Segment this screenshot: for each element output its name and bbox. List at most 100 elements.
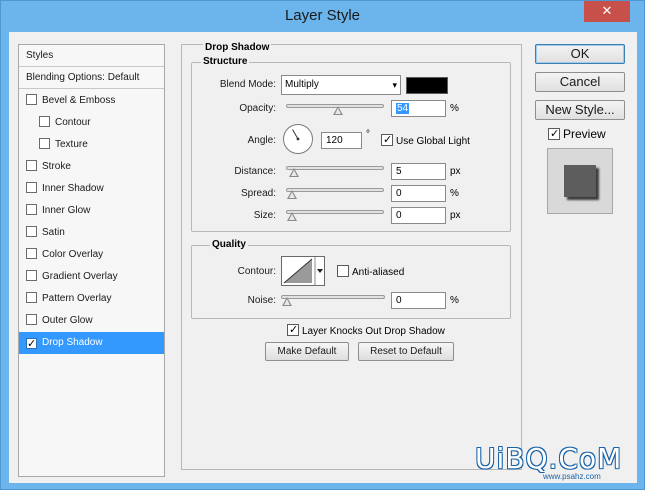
sidebar-item-label: Outer Glow: [42, 315, 93, 326]
sidebar-item-gradient-overlay[interactable]: Gradient Overlay: [19, 266, 164, 288]
knocks-out-toggle[interactable]: Layer Knocks Out Drop Shadow: [287, 324, 445, 338]
reset-default-button[interactable]: Reset to Default: [358, 342, 454, 361]
gradient-overlay-checkbox[interactable]: [26, 270, 37, 281]
sidebar-item-drop-shadow[interactable]: Drop Shadow: [19, 332, 164, 354]
blend-mode-select[interactable]: Multiply ▾: [281, 75, 401, 95]
sidebar-item-label: Contour: [55, 117, 91, 128]
noise-value: 0: [396, 295, 402, 306]
angle-value: 120: [326, 135, 343, 146]
anti-aliased-checkbox[interactable]: [337, 265, 349, 277]
sidebar-item-inner-shadow[interactable]: Inner Shadow: [19, 178, 164, 200]
distance-value: 5: [396, 166, 402, 177]
layer-style-dialog: Layer Style ✕ Styles Blending Options: D…: [0, 0, 645, 490]
angle-input[interactable]: 120: [321, 132, 362, 149]
color-overlay-checkbox[interactable]: [26, 248, 37, 259]
sidebar-item-label: Pattern Overlay: [42, 293, 112, 304]
angle-label: Angle:: [247, 135, 276, 146]
sidebar-item-texture[interactable]: Texture: [19, 134, 164, 156]
preview-checkbox[interactable]: [548, 128, 560, 140]
sidebar-item-inner-glow[interactable]: Inner Glow: [19, 200, 164, 222]
opacity-unit: %: [450, 103, 459, 114]
size-label: Size:: [253, 210, 276, 221]
knocks-out-checkbox[interactable]: [287, 324, 299, 336]
close-button[interactable]: ✕: [584, 1, 630, 22]
drop-shadow-checkbox[interactable]: [26, 338, 37, 349]
make-default-button[interactable]: Make Default: [265, 342, 349, 361]
chevron-down-icon: ▾: [392, 80, 397, 90]
blend-mode-value: Multiply: [285, 79, 319, 90]
use-global-light-toggle[interactable]: Use Global Light: [381, 134, 470, 148]
sidebar-item-label: Color Overlay: [42, 249, 104, 260]
sidebar-item-bevel-emboss[interactable]: Bevel & Emboss: [19, 90, 164, 112]
noise-input[interactable]: 0: [391, 292, 446, 309]
sidebar-item-stroke[interactable]: Stroke: [19, 156, 164, 178]
angle-needle-icon: [292, 129, 300, 141]
knocks-out-label: Layer Knocks Out Drop Shadow: [302, 326, 445, 337]
sidebar-item-color-overlay[interactable]: Color Overlay: [19, 244, 164, 266]
slider-thumb[interactable]: [282, 297, 292, 306]
anti-aliased-toggle[interactable]: Anti-aliased: [337, 265, 404, 279]
style-preview: [547, 148, 613, 214]
spread-unit: %: [450, 188, 459, 199]
outer-glow-checkbox[interactable]: [26, 314, 37, 325]
sidebar-item-contour[interactable]: Contour: [19, 112, 164, 134]
structure-title: Structure: [201, 56, 250, 67]
noise-unit: %: [450, 295, 459, 306]
distance-slider[interactable]: [286, 163, 384, 177]
inner-glow-checkbox[interactable]: [26, 204, 37, 215]
opacity-slider[interactable]: [286, 101, 384, 115]
sidebar-item-label: Gradient Overlay: [42, 271, 118, 282]
title-bar[interactable]: Layer Style ✕: [1, 1, 644, 31]
contour-label: Contour:: [237, 266, 276, 277]
angle-dial[interactable]: [283, 124, 313, 154]
slider-thumb[interactable]: [333, 106, 344, 115]
slider-thumb[interactable]: [288, 168, 299, 177]
size-value: 0: [396, 210, 402, 221]
slider-thumb[interactable]: [287, 190, 297, 199]
size-slider[interactable]: [286, 207, 384, 221]
watermark-url: www.psahz.com: [543, 472, 601, 481]
spread-input[interactable]: 0: [391, 185, 446, 202]
sidebar-item-label: Blending Options: Default: [26, 72, 140, 83]
contour-picker[interactable]: [281, 256, 325, 286]
sidebar-item-label: Styles: [26, 50, 54, 61]
preview-toggle[interactable]: Preview: [548, 128, 606, 141]
ok-button[interactable]: OK: [535, 44, 625, 64]
sidebar-item-blending-options[interactable]: Blending Options: Default: [19, 67, 164, 89]
close-icon: ✕: [601, 3, 613, 18]
sidebar-item-satin[interactable]: Satin: [19, 222, 164, 244]
stroke-checkbox[interactable]: [26, 160, 37, 171]
new-style-button[interactable]: New Style...: [535, 100, 625, 120]
slider-track: [286, 210, 384, 214]
spread-slider[interactable]: [286, 185, 384, 199]
distance-input[interactable]: 5: [391, 163, 446, 180]
slider-track: [286, 166, 384, 170]
bevel-emboss-checkbox[interactable]: [26, 94, 37, 105]
sidebar-item-pattern-overlay[interactable]: Pattern Overlay: [19, 288, 164, 310]
inner-shadow-checkbox[interactable]: [26, 182, 37, 193]
sidebar-item-label: Drop Shadow: [42, 337, 103, 348]
satin-checkbox[interactable]: [26, 226, 37, 237]
distance-label: Distance:: [234, 166, 276, 177]
preview-swatch: [564, 165, 596, 197]
noise-slider[interactable]: [281, 292, 385, 306]
contour-checkbox[interactable]: [39, 116, 50, 127]
preview-label: Preview: [563, 127, 606, 141]
sidebar-item-outer-glow[interactable]: Outer Glow: [19, 310, 164, 332]
slider-thumb[interactable]: [287, 212, 297, 221]
sidebar-item-label: Bevel & Emboss: [42, 95, 116, 106]
shadow-color-swatch[interactable]: [406, 77, 448, 94]
drop-shadow-panel: Drop Shadow Structure Blend Mode: Multip…: [181, 42, 522, 470]
window-title: Layer Style: [284, 7, 361, 24]
texture-checkbox[interactable]: [39, 138, 50, 149]
slider-track: [281, 295, 385, 299]
use-global-light-checkbox[interactable]: [381, 134, 393, 146]
sidebar-item-label: Inner Shadow: [42, 183, 104, 194]
styles-list: Styles Blending Options: Default Bevel &…: [18, 44, 165, 477]
size-unit: px: [450, 210, 461, 221]
size-input[interactable]: 0: [391, 207, 446, 224]
cancel-button[interactable]: Cancel: [535, 72, 625, 92]
sidebar-item-styles[interactable]: Styles: [19, 45, 164, 67]
pattern-overlay-checkbox[interactable]: [26, 292, 37, 303]
opacity-input[interactable]: 54: [391, 100, 446, 117]
